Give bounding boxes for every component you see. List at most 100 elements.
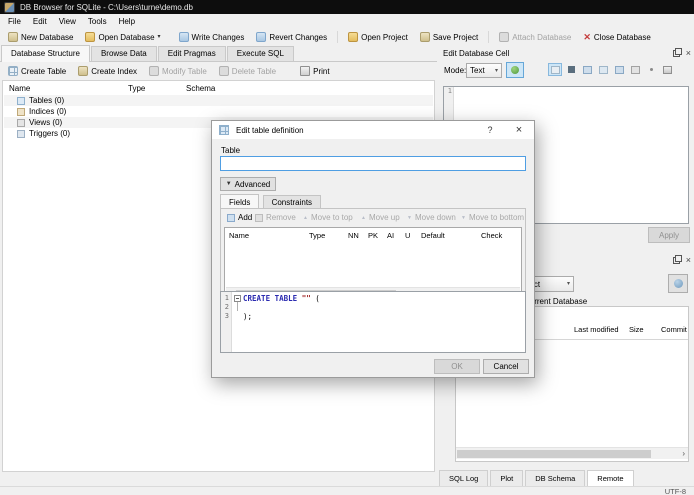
create-table-icon	[8, 66, 18, 76]
tab-sql-log[interactable]: SQL Log	[439, 470, 489, 486]
word-wrap-toggle[interactable]	[506, 62, 524, 78]
menu-tools[interactable]: Tools	[82, 15, 113, 28]
write-changes-icon	[178, 32, 189, 42]
float-panel-icon[interactable]	[672, 254, 682, 264]
dialog-help-button[interactable]: ?	[479, 122, 501, 138]
toolbar-separator	[488, 31, 490, 43]
scrollbar-thumb[interactable]	[457, 450, 651, 458]
advanced-button[interactable]: ▼ Advanced	[220, 177, 276, 191]
edit-cell-dock-header[interactable]: Edit Database Cell ×	[437, 46, 694, 60]
tree-column-type[interactable]: Type	[128, 84, 145, 93]
print-cell-button[interactable]	[660, 63, 674, 76]
text-format-button[interactable]	[548, 63, 562, 76]
float-panel-icon[interactable]	[672, 47, 682, 57]
tab-constraints[interactable]: Constraints	[262, 195, 322, 209]
move-to-top-icon: ▲	[303, 214, 308, 221]
revert-changes-button[interactable]: Revert Changes	[250, 30, 333, 44]
mode-select[interactable]: Text ▾	[466, 63, 502, 78]
fields-column-pk[interactable]: PK	[368, 231, 378, 240]
tab-browse-data[interactable]: Browse Data	[90, 46, 157, 61]
table-label: Table	[221, 146, 241, 155]
globe-icon	[673, 279, 683, 288]
print-icon	[300, 66, 311, 76]
chevron-down-icon: ▾	[494, 67, 498, 74]
new-database-button[interactable]: New Database	[2, 30, 79, 44]
add-field-button[interactable]: Add	[227, 213, 252, 222]
fold-guide	[237, 302, 238, 311]
remote-column-last-modified[interactable]: Last modified	[574, 325, 619, 334]
fields-column-ai[interactable]: AI	[387, 231, 394, 240]
tab-db-schema[interactable]: DB Schema	[525, 470, 586, 486]
menu-view[interactable]: View	[53, 15, 82, 28]
edit-table-definition-dialog: Edit table definition ? × Table ▼ Advanc…	[211, 120, 535, 378]
print-button[interactable]: Print	[294, 64, 335, 78]
fields-column-u[interactable]: U	[405, 231, 410, 240]
dialog-close-button[interactable]: ×	[508, 122, 530, 138]
table-icon	[17, 96, 25, 105]
view-icon	[17, 118, 25, 127]
fields-column-default[interactable]: Default	[421, 231, 445, 240]
menu-edit[interactable]: Edit	[27, 15, 53, 28]
tab-execute-sql[interactable]: Execute SQL	[226, 46, 294, 61]
remote-column-commit[interactable]: Commit	[661, 325, 687, 334]
set-null-button[interactable]	[564, 63, 578, 76]
fields-column-nn[interactable]: NN	[348, 231, 359, 240]
tab-database-structure[interactable]: Database Structure	[1, 45, 90, 62]
import-icon	[582, 65, 592, 74]
sql-preview[interactable]: 1 2 3 CREATE TABLE "" ( );	[220, 291, 526, 353]
open-file-button[interactable]	[596, 63, 610, 76]
trigger-icon	[17, 129, 25, 138]
remote-table-hscrollbar[interactable]: ›	[456, 447, 688, 459]
import-data-button[interactable]	[580, 63, 594, 76]
fold-marker-icon[interactable]	[234, 295, 241, 302]
move-down-button: ▼ Move down	[407, 213, 456, 222]
dialog-titlebar[interactable]: Edit table definition ? ×	[212, 121, 534, 139]
menu-help[interactable]: Help	[113, 15, 141, 28]
tree-column-schema[interactable]: Schema	[186, 84, 215, 93]
create-table-button[interactable]: Create Table	[2, 64, 72, 78]
sql-line-1: CREATE TABLE "" (	[243, 294, 320, 303]
options-button[interactable]	[644, 63, 658, 76]
remove-field-button: Remove	[255, 213, 296, 222]
tree-column-name[interactable]: Name	[9, 84, 30, 93]
remote-column-size[interactable]: Size	[629, 325, 644, 334]
close-database-button[interactable]: ✕ Close Database	[577, 31, 656, 44]
remote-action-button[interactable]	[668, 274, 688, 293]
table-name-input[interactable]	[220, 156, 526, 171]
attach-database-icon	[499, 32, 510, 42]
fields-column-check[interactable]: Check	[481, 231, 502, 240]
write-changes-button[interactable]: Write Changes	[173, 30, 251, 44]
edit-cell-dock-title: Edit Database Cell	[443, 48, 510, 58]
line-number: 1	[224, 294, 229, 302]
close-panel-icon[interactable]: ×	[686, 48, 691, 58]
save-cell-button[interactable]	[628, 63, 642, 76]
save-icon	[630, 65, 640, 74]
open-database-button[interactable]: Open Database ▾	[79, 30, 166, 44]
scroll-right-icon[interactable]: ›	[682, 449, 685, 459]
null-icon	[567, 66, 575, 73]
export-data-button[interactable]	[612, 63, 626, 76]
save-project-button[interactable]: Save Project	[414, 30, 484, 44]
tree-item-tables[interactable]: Tables (0)	[4, 95, 433, 106]
fields-column-type[interactable]: Type	[309, 231, 325, 240]
sql-line-3: );	[243, 312, 253, 321]
titlebar[interactable]: DB Browser for SQLite - C:\Users\turne\d…	[0, 0, 694, 14]
encoding-indicator[interactable]: UTF-8	[665, 487, 686, 495]
open-project-button[interactable]: Open Project	[342, 30, 414, 44]
menu-file[interactable]: File	[2, 15, 27, 28]
delete-table-icon	[218, 66, 229, 76]
revert-changes-icon	[256, 32, 267, 42]
create-index-button[interactable]: Create Index	[72, 64, 143, 78]
caret-down-icon: ▼	[225, 181, 232, 187]
tab-remote[interactable]: Remote	[587, 470, 634, 487]
attach-database-button: Attach Database	[493, 30, 577, 44]
tab-plot[interactable]: Plot	[490, 470, 524, 486]
cancel-button[interactable]: Cancel	[483, 359, 529, 374]
close-panel-icon[interactable]: ×	[686, 255, 691, 265]
fields-table[interactable]: Name Type NN PK AI U Default Check ‹ ›	[224, 227, 522, 301]
chevron-down-icon[interactable]: ▾	[158, 34, 161, 40]
tree-item-indices[interactable]: Indices (0)	[4, 106, 433, 117]
tab-edit-pragmas[interactable]: Edit Pragmas	[157, 46, 226, 61]
fields-column-name[interactable]: Name	[229, 231, 249, 240]
statusbar: UTF-8	[0, 486, 694, 495]
